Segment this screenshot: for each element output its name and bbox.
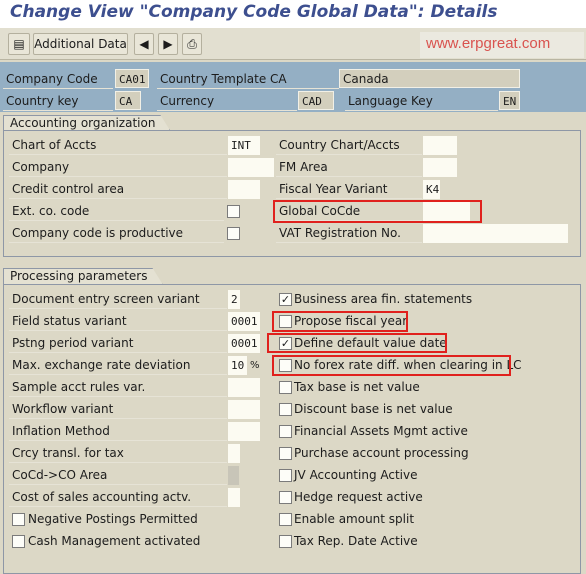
- crcy-transl-for-tax-field[interactable]: [228, 444, 240, 463]
- company-label: Company: [9, 158, 227, 177]
- financial-assets-mgmt-active-checkbox[interactable]: [279, 425, 292, 438]
- company-field[interactable]: [228, 158, 274, 177]
- business-area-fin-statements-label: Business area fin. statements: [294, 292, 473, 306]
- language-key-label: Language Key: [345, 92, 498, 111]
- cost-of-sales-accounting-actv-field[interactable]: [228, 488, 240, 507]
- cocd-co-area-label: CoCd->CO Area: [9, 466, 227, 485]
- jv-accounting-active-label: JV Accounting Active: [294, 468, 418, 482]
- tax-base-is-net-value-checkbox[interactable]: [279, 381, 292, 394]
- pstng-period-variant-field[interactable]: 0001: [228, 334, 260, 353]
- financial-assets-mgmt-active-label: Financial Assets Mgmt active: [294, 424, 468, 438]
- company-code-field[interactable]: CA01: [115, 69, 149, 88]
- highlight-global-cocde: [273, 200, 482, 223]
- jv-accounting-active-checkbox[interactable]: [279, 469, 292, 482]
- print-icon[interactable]: ⎙: [182, 33, 202, 55]
- next-icon[interactable]: ▶: [158, 33, 178, 55]
- country-name-field: Canada: [339, 69, 520, 88]
- country-template-label: Country Template CA: [157, 70, 339, 89]
- country-key-field[interactable]: CA: [115, 91, 141, 110]
- highlight-no-forex: [272, 355, 511, 376]
- vat-registration-no-label: VAT Registration No.: [276, 224, 422, 243]
- vat-registration-no-field[interactable]: [423, 224, 568, 243]
- hedge-request-active-label: Hedge request active: [294, 490, 423, 504]
- inflation-method-label: Inflation Method: [9, 422, 227, 441]
- negative-postings-permitted-label: Negative Postings Permitted: [28, 512, 198, 526]
- sample-acct-rules-var-field[interactable]: [228, 378, 260, 397]
- field-status-variant-label: Field status variant: [9, 312, 227, 331]
- ext-co-code-checkbox[interactable]: [227, 205, 240, 218]
- highlight-propose-fiscal-year: [272, 311, 408, 332]
- accounting-organization-tab: Accounting organization: [3, 115, 170, 131]
- credit-control-area-label: Credit control area: [9, 180, 227, 199]
- company-code-label: Company Code: [3, 70, 113, 89]
- cash-management-activated-checkbox[interactable]: [12, 535, 25, 548]
- country-key-label: Country key: [3, 92, 113, 111]
- crcy-transl-for-tax-label: Crcy transl. for tax: [9, 444, 227, 463]
- currency-field[interactable]: CAD: [298, 91, 334, 110]
- header-area: Company Code CA01 Country Template CA Ca…: [0, 62, 586, 112]
- document-entry-screen-variant-label: Document entry screen variant: [9, 290, 227, 309]
- cash-management-activated-label: Cash Management activated: [28, 534, 201, 548]
- fiscal-year-variant-label: Fiscal Year Variant: [276, 180, 422, 199]
- previous-icon[interactable]: ◀: [134, 33, 154, 55]
- cost-of-sales-accounting-actv-label: Cost of sales accounting actv.: [9, 488, 227, 507]
- credit-control-area-field[interactable]: [228, 180, 260, 199]
- language-key-field[interactable]: EN: [499, 91, 520, 110]
- fm-area-label: FM Area: [276, 158, 422, 177]
- negative-postings-permitted-checkbox[interactable]: [12, 513, 25, 526]
- document-entry-screen-variant-field[interactable]: 2: [228, 290, 240, 309]
- enable-amount-split-label: Enable amount split: [294, 512, 415, 526]
- inflation-method-field[interactable]: [228, 422, 260, 441]
- ext-co-code-label: Ext. co. code: [9, 202, 224, 221]
- purchase-account-processing-label: Purchase account processing: [294, 446, 469, 460]
- max-exchange-rate-deviation-field[interactable]: 10: [228, 356, 247, 375]
- fm-area-field[interactable]: [423, 158, 457, 177]
- country-chart-accts-label: Country Chart/Accts: [276, 136, 422, 155]
- workflow-variant-label: Workflow variant: [9, 400, 227, 419]
- currency-label: Currency: [157, 92, 297, 111]
- sample-acct-rules-var-label: Sample acct rules var.: [9, 378, 227, 397]
- detail-icon[interactable]: ▤: [8, 33, 30, 55]
- tax-rep-date-active-checkbox[interactable]: [279, 535, 292, 548]
- max-exchange-rate-deviation-label: Max. exchange rate deviation: [9, 356, 227, 375]
- pstng-period-variant-label: Pstng period variant: [9, 334, 227, 353]
- unit-label: %: [250, 360, 260, 371]
- workflow-variant-field[interactable]: [228, 400, 260, 419]
- business-area-fin-statements-checkbox[interactable]: ✓: [279, 293, 292, 306]
- highlight-default-value-date: [267, 333, 447, 353]
- enable-amount-split-checkbox[interactable]: [279, 513, 292, 526]
- chart-of-accts-label: Chart of Accts: [9, 136, 227, 155]
- purchase-account-processing-checkbox[interactable]: [279, 447, 292, 460]
- company-code-is-productive-checkbox[interactable]: [227, 227, 240, 240]
- field-status-variant-field[interactable]: 0001: [228, 312, 260, 331]
- chart-of-accts-field[interactable]: INT: [228, 136, 260, 155]
- watermark: www.erpgreat.com: [420, 32, 584, 58]
- hedge-request-active-checkbox[interactable]: [279, 491, 292, 504]
- discount-base-is-net-value-checkbox[interactable]: [279, 403, 292, 416]
- cocd-co-area-field[interactable]: [228, 466, 239, 485]
- tax-base-is-net-value-label: Tax base is net value: [294, 380, 420, 394]
- additional-data-button[interactable]: Additional Data: [33, 33, 128, 55]
- page-title: Change View "Company Code Global Data": …: [0, 0, 586, 28]
- processing-parameters-tab: Processing parameters: [3, 268, 163, 284]
- discount-base-is-net-value-label: Discount base is net value: [294, 402, 453, 416]
- country-chart-accts-field[interactable]: [423, 136, 457, 155]
- company-code-is-productive-label: Company code is productive: [9, 224, 224, 243]
- tax-rep-date-active-label: Tax Rep. Date Active: [294, 534, 418, 548]
- fiscal-year-variant-field[interactable]: K4: [423, 180, 440, 199]
